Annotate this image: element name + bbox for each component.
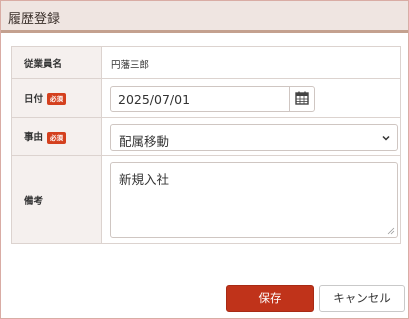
resize-grip-icon[interactable] (387, 227, 395, 235)
note-value-cell: 新規入社 (101, 155, 401, 244)
reason-label: 事由 (24, 132, 44, 144)
reason-label-cell: 事由 必須 (11, 117, 102, 156)
date-label-cell: 日付 必須 (11, 78, 102, 118)
save-button[interactable]: 保存 (226, 285, 314, 312)
note-textarea[interactable]: 新規入社 (110, 162, 398, 238)
date-row: 日付 必須 2025/07/01 (11, 78, 401, 118)
reason-row: 事由 必須 配属移動 (11, 117, 401, 156)
note-label: 備考 (24, 195, 44, 207)
dialog-header: 履歴登録 (1, 1, 408, 33)
employee-row: 従業員名 円藩三郎 (11, 46, 401, 79)
employee-name: 円藩三郎 (111, 60, 150, 71)
required-badge: 必須 (47, 131, 67, 144)
note-text: 新規入社 (119, 172, 170, 187)
dialog-title: 履歴登録 (8, 12, 61, 27)
chevron-down-icon (382, 135, 390, 141)
reason-select[interactable]: 配属移動 (110, 124, 398, 151)
date-value: 2025/07/01 (118, 92, 191, 107)
employee-label: 従業員名 (24, 58, 63, 70)
employee-value-cell: 円藩三郎 (101, 46, 401, 79)
employee-label-cell: 従業員名 (11, 46, 102, 79)
calendar-icon (295, 91, 309, 105)
cancel-button[interactable]: キャンセル (319, 285, 405, 312)
date-picker-button[interactable] (289, 87, 314, 111)
note-row: 備考 新規入社 (11, 155, 401, 244)
date-label: 日付 (24, 93, 44, 105)
note-label-cell: 備考 (11, 155, 102, 244)
required-badge: 必須 (47, 93, 67, 106)
date-value-cell: 2025/07/01 (101, 78, 401, 118)
date-input[interactable]: 2025/07/01 (110, 86, 315, 112)
history-register-dialog: 履歴登録 従業員名 円藩三郎 日付 必須 2025/07/01 事由 必須 配属… (0, 0, 409, 319)
history-form: 従業員名 円藩三郎 日付 必須 2025/07/01 事由 必須 配属移動 備考… (11, 46, 401, 244)
reason-selected-value: 配属移動 (119, 134, 170, 149)
reason-value-cell: 配属移動 (101, 117, 401, 156)
